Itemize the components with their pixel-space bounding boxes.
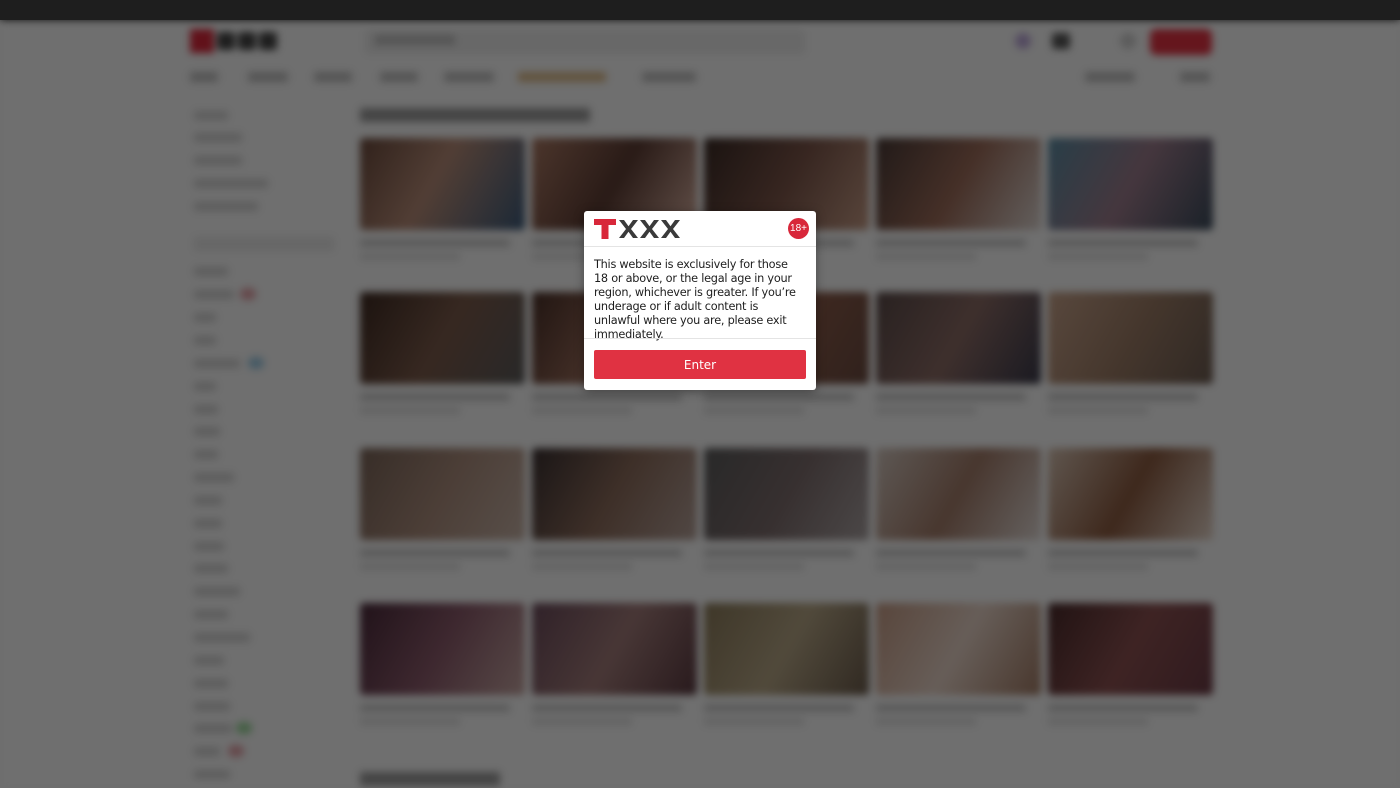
modal-header: 18+ [584,211,816,247]
modal-backdrop [0,0,1400,788]
age-18-plus-badge: 18+ [788,218,809,239]
enter-button[interactable]: Enter [594,350,806,379]
txxx-logo-icon [594,219,680,239]
top-strip [0,0,1400,20]
age-verification-modal: 18+ This website is exclusively for thos… [584,211,816,390]
divider [584,338,816,339]
age-warning-message: This website is exclusively for those 18… [594,258,796,341]
